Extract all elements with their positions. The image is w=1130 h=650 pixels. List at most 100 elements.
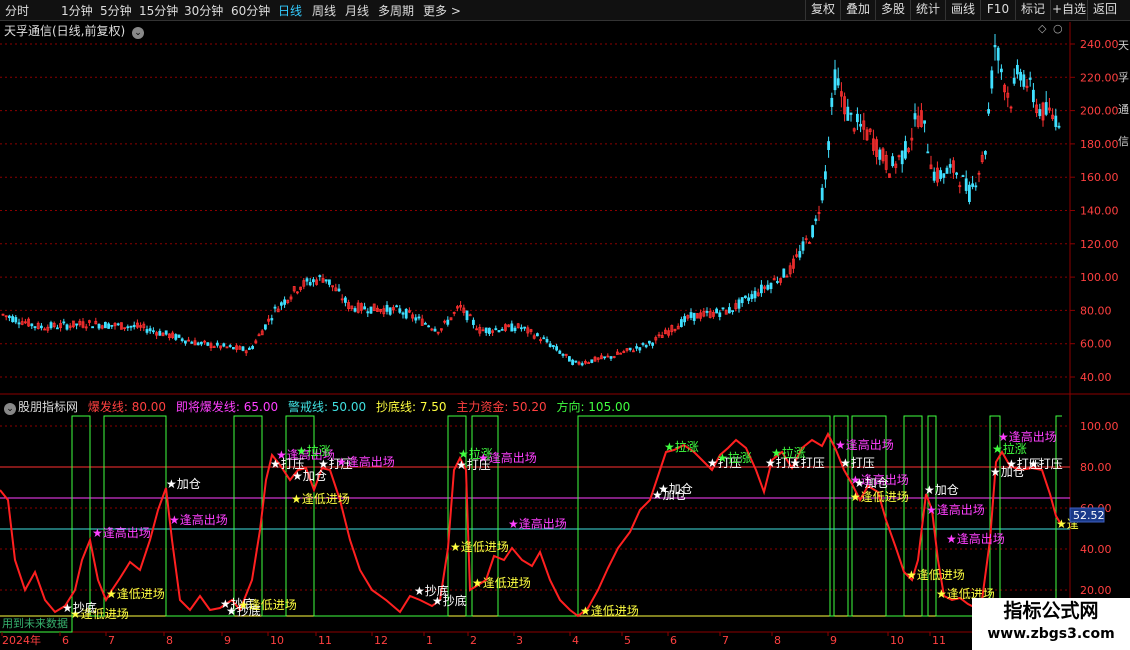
candle-body: [859, 123, 862, 127]
candle-body: [107, 323, 110, 329]
candle-body: [1054, 115, 1058, 127]
signal-label: ★抄底: [62, 600, 97, 615]
chevron-down-icon[interactable]: ⌄: [132, 27, 145, 39]
month-label: 11: [318, 634, 332, 647]
candle-body: [423, 322, 427, 325]
signal-label: ★逢高出场: [926, 502, 985, 517]
param-direction: 方向: 105.00: [556, 400, 631, 414]
candle-body: [574, 360, 578, 363]
candle-body: [56, 327, 59, 330]
candle-body: [1028, 77, 1032, 80]
price-tick-label: 40.00: [1080, 371, 1112, 384]
signal-label: ★打压: [790, 456, 825, 470]
candle-body: [11, 316, 15, 323]
price-tick-label: 80.00: [1080, 304, 1112, 317]
candle-body: [414, 317, 418, 321]
signal-label: ★抄底: [432, 593, 467, 608]
candle-body: [324, 279, 328, 282]
candle-body: [398, 308, 402, 313]
candle-body: [363, 306, 367, 310]
signal-label: ★拉涨: [664, 439, 699, 454]
watermark-title: 指标公式网: [1003, 600, 1099, 622]
candle-body: [590, 359, 594, 363]
signal-label: ★逢低进场: [106, 587, 165, 601]
main-chart-title: 天孚通信(日线,前复权) ⌄: [4, 22, 145, 39]
candle-body: [40, 325, 43, 329]
candle-body: [305, 278, 309, 282]
param-near-burst: 即将爆发线: 65.00: [175, 400, 279, 414]
signal-label: ★逢高出场: [92, 525, 151, 540]
price-tick-label: 240.00: [1080, 38, 1119, 51]
candle-body: [273, 306, 277, 309]
candle-body: [337, 288, 341, 292]
close-icon[interactable]: ○: [1053, 22, 1063, 35]
candle-body: [798, 251, 802, 258]
candle-body: [222, 343, 226, 347]
candle-body: [836, 78, 840, 86]
price-tick-label: 200.00: [1080, 105, 1119, 118]
price-tick-label: 60.00: [1080, 338, 1112, 351]
candle-body: [849, 112, 853, 115]
month-label: 11: [932, 634, 946, 647]
candle-body: [151, 330, 155, 333]
month-label: 8: [774, 634, 781, 647]
candle-body: [148, 328, 152, 332]
candle-body: [14, 317, 18, 323]
candle-body: [33, 326, 37, 329]
signal-label: ★逢高出场: [169, 512, 228, 527]
candle-body: [603, 356, 606, 359]
candle-body: [327, 279, 331, 285]
diamond-icon[interactable]: ◇: [1038, 22, 1046, 35]
candle-body: [769, 282, 773, 290]
candle-body: [552, 345, 555, 348]
month-label: 7: [108, 634, 115, 647]
signal-label: ★拉涨: [296, 443, 331, 458]
candle-body: [465, 310, 469, 321]
candle-body: [427, 325, 431, 328]
candle-body: [961, 175, 965, 178]
signal-label: ★逢低进场: [238, 598, 297, 612]
month-label: 1: [426, 634, 433, 647]
candle-body: [62, 321, 66, 324]
candle-body: [104, 321, 107, 329]
candle-body: [385, 304, 389, 312]
candle-body: [744, 295, 747, 299]
candle-body: [318, 275, 322, 278]
signal-label: ★加仓: [292, 469, 327, 483]
candle-body: [680, 319, 683, 328]
candle-body: [747, 297, 750, 301]
candle-body: [404, 308, 408, 319]
chart-canvas[interactable]: 240.00220.00200.00180.00160.00140.00120.…: [0, 0, 1130, 650]
candle-body: [433, 328, 437, 332]
signal-label: ★拉涨: [717, 450, 752, 465]
candle-body: [776, 281, 779, 283]
candle-body: [555, 346, 558, 351]
chevron-down-icon[interactable]: ⌄: [4, 403, 16, 415]
candle-body: [215, 342, 219, 346]
indicator-title: ⌄ 股朋指标网 爆发线: 80.00 即将爆发线: 65.00 警戒线: 50.0…: [4, 398, 636, 415]
ind-tick-label: 100.00: [1080, 420, 1119, 433]
candle-body: [30, 323, 34, 327]
candle-body: [542, 337, 546, 340]
candle-body: [913, 113, 917, 120]
candle-body: [923, 120, 926, 124]
candle-body: [820, 187, 824, 201]
candle-body: [705, 311, 709, 313]
param-bottom: 抄底线: 7.50: [375, 400, 447, 414]
candle-body: [1016, 64, 1019, 75]
candle-body: [900, 150, 904, 165]
candle-body: [487, 327, 491, 334]
signal-label: ★逢低进场: [906, 568, 965, 582]
candle-body: [510, 323, 514, 332]
candle-body: [558, 350, 562, 354]
candle-body: [766, 284, 770, 290]
candle-body: [228, 345, 232, 347]
month-label: 5: [624, 634, 631, 647]
candle-body: [65, 324, 69, 330]
candle-body: [814, 218, 818, 222]
candle-body: [270, 318, 274, 321]
candle-body: [110, 324, 114, 327]
signal-label: ★逢高出场: [835, 437, 894, 452]
candle-body: [833, 69, 837, 91]
candle-body: [718, 312, 722, 317]
